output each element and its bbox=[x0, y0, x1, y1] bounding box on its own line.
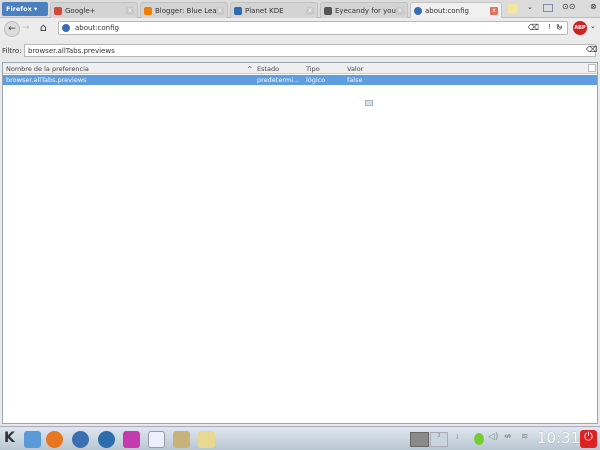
alert-icon: ! bbox=[548, 23, 551, 31]
panorama-icon[interactable] bbox=[543, 4, 553, 12]
archive-icon[interactable] bbox=[173, 431, 190, 448]
thunderbird-icon[interactable] bbox=[98, 431, 115, 448]
pref-name: browser.allTabs.previews bbox=[6, 76, 87, 84]
firefox-task-button[interactable] bbox=[410, 432, 429, 447]
blogger-icon bbox=[144, 7, 152, 15]
close-tab-icon[interactable]: x bbox=[490, 7, 498, 15]
filter-label: Filtro: bbox=[2, 47, 22, 55]
css-icon bbox=[324, 7, 332, 15]
column-header-type[interactable]: Tipo bbox=[306, 65, 320, 73]
close-tab-icon[interactable]: x bbox=[126, 7, 134, 15]
firefox-menu-button[interactable]: Firefox ▾ bbox=[2, 2, 48, 16]
text-editor-icon[interactable] bbox=[148, 431, 165, 448]
close-tab-icon[interactable]: x bbox=[396, 7, 404, 15]
tab-bar: Firefox ▾ Google+ x Blogger: Blue Lea... x… bbox=[0, 0, 600, 18]
kde-menu-icon[interactable]: K bbox=[4, 430, 15, 446]
adblock-menu-icon[interactable]: ⌄ bbox=[590, 22, 596, 30]
tab-about-config[interactable]: about:config x bbox=[410, 2, 502, 18]
usb-icon[interactable]: ⇎ bbox=[504, 432, 512, 442]
pref-state: predetermi... bbox=[257, 76, 300, 84]
tab-blogger[interactable]: Blogger: Blue Lea... x bbox=[140, 2, 228, 18]
new-tab-icon[interactable] bbox=[508, 4, 517, 13]
browser-icon[interactable] bbox=[72, 431, 89, 448]
close-tab-icon[interactable]: x bbox=[216, 7, 224, 15]
home-button[interactable]: ⌂ bbox=[40, 21, 47, 34]
column-header-state[interactable]: Estado bbox=[257, 65, 279, 73]
kde-taskbar: K 2 ℹ ◁) ⇎ ≋ 10:31 ⏻ bbox=[0, 426, 600, 450]
tab-planet-kde[interactable]: Planet KDE x bbox=[230, 2, 318, 18]
info-icon[interactable]: ℹ bbox=[456, 433, 459, 441]
globe-icon bbox=[62, 24, 70, 32]
updates-icon[interactable] bbox=[474, 433, 484, 445]
tab-google-plus[interactable]: Google+ x bbox=[50, 2, 138, 18]
home-folder-icon[interactable] bbox=[24, 431, 41, 448]
sort-indicator-icon: ^ bbox=[247, 65, 253, 73]
close-window-icon[interactable]: ⊗ bbox=[590, 2, 597, 11]
pref-type: lógico bbox=[306, 76, 326, 84]
tab-eyecandy[interactable]: Eyecandy for your... x bbox=[320, 2, 408, 18]
tab-list-icon[interactable]: ⌄ bbox=[527, 3, 533, 11]
eye-app-icon[interactable] bbox=[123, 431, 140, 448]
forward-button[interactable]: → bbox=[22, 23, 30, 33]
drag-cursor-icon bbox=[365, 100, 373, 106]
globe-icon bbox=[414, 7, 422, 15]
clock[interactable]: 10:31 bbox=[537, 429, 580, 447]
column-header-name[interactable]: Nombre de la preferencia bbox=[6, 65, 89, 73]
back-button[interactable]: ← bbox=[4, 21, 20, 37]
table-header: Nombre de la preferencia ^ Estado Tipo V… bbox=[3, 63, 597, 74]
table-row[interactable]: browser.allTabs.previews predetermi... l… bbox=[3, 75, 597, 85]
column-picker-icon[interactable] bbox=[588, 64, 596, 72]
wifi-icon[interactable]: ≋ bbox=[521, 432, 529, 442]
volume-icon[interactable]: ◁) bbox=[488, 432, 498, 442]
filter-input[interactable]: browser.allTabs.previews bbox=[24, 44, 596, 57]
tools-icon[interactable] bbox=[198, 431, 215, 448]
window-controls-icon[interactable]: ⊙⊙ bbox=[562, 2, 575, 11]
column-header-value[interactable]: Valor bbox=[347, 65, 363, 73]
preferences-table: Nombre de la preferencia ^ Estado Tipo V… bbox=[2, 62, 598, 424]
clear-filter-icon[interactable]: ⌫ bbox=[586, 45, 597, 54]
pager[interactable]: 2 bbox=[430, 432, 448, 447]
url-bar[interactable]: about:config ⌫ ! ⌄ bbox=[58, 21, 568, 35]
adblock-icon[interactable]: ABP bbox=[573, 21, 587, 35]
close-tab-icon[interactable]: x bbox=[306, 7, 314, 15]
kde-icon bbox=[234, 7, 242, 15]
reload-button[interactable]: ↻ bbox=[556, 23, 563, 32]
firefox-icon[interactable] bbox=[46, 431, 63, 448]
clear-icon[interactable]: ⌫ bbox=[528, 23, 539, 32]
pref-value: false bbox=[347, 76, 363, 84]
google-plus-icon bbox=[54, 7, 62, 15]
power-icon[interactable]: ⏻ bbox=[580, 430, 597, 448]
